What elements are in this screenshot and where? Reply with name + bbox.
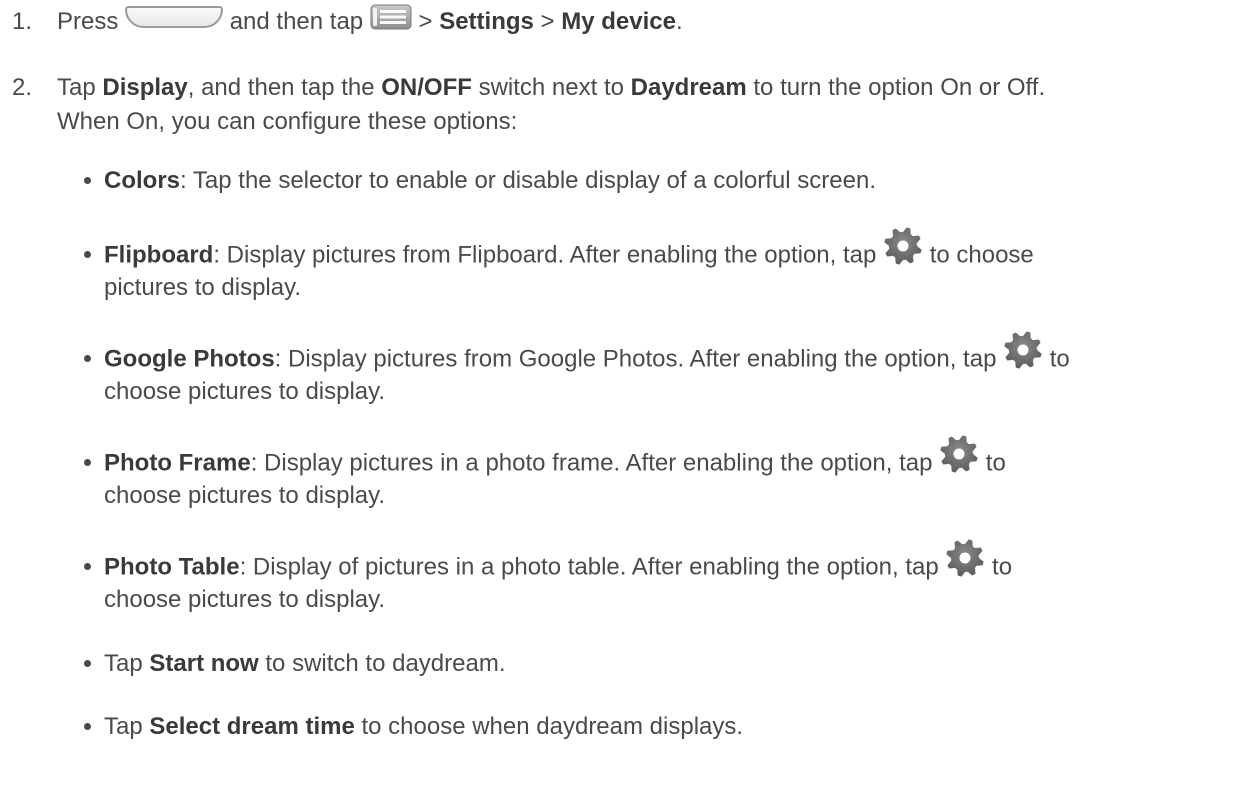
step-text: When On, you can configure these options… xyxy=(57,108,518,135)
bullet-dot xyxy=(84,251,91,258)
bullet-dot xyxy=(84,723,91,730)
google-photos-after-icon: to xyxy=(1049,345,1070,373)
step-text: and then tap xyxy=(229,8,364,35)
step-2: 2. Tap Display, and then tap the ON/OFF … xyxy=(12,70,1045,106)
step-text: > xyxy=(418,8,433,35)
photo-table-after-icon: to xyxy=(992,553,1013,581)
photo-table-desc: : Display of pictures in a photo table. … xyxy=(239,553,939,581)
gear-icon xyxy=(939,434,979,474)
list-item-text: Tap Start now to switch to daydream. xyxy=(104,645,506,682)
list-item-text: Tap Select dream time to choose when day… xyxy=(104,708,743,745)
gear-icon xyxy=(945,538,985,578)
colors-desc: : Tap the selector to enable or disable … xyxy=(180,167,876,194)
flipboard-desc: : Display pictures from Flipboard. After… xyxy=(213,241,877,269)
onoff-label: ON/OFF xyxy=(381,74,472,101)
settings-label: Settings xyxy=(439,8,534,35)
colors-term: Colors xyxy=(104,167,181,194)
photo-frame-desc: : Display pictures in a photo frame. Aft… xyxy=(250,449,933,477)
gear-icon xyxy=(1003,330,1043,370)
bullet-dot xyxy=(84,563,91,570)
select-dream-pre: Tap xyxy=(104,713,143,740)
menu-key-icon xyxy=(370,4,412,30)
start-now-term: Start now xyxy=(149,650,259,677)
start-now-pre: Tap xyxy=(104,650,143,677)
my-device-label: My device xyxy=(561,8,676,35)
step-text: switch next to xyxy=(478,74,624,101)
bullet-dot xyxy=(84,660,91,667)
select-dream-term: Select dream time xyxy=(149,713,355,740)
home-key-icon xyxy=(125,5,224,28)
start-now-desc: to switch to daydream. xyxy=(265,650,506,677)
photo-table-line-2: choose pictures to display. xyxy=(104,586,386,613)
flipboard-term: Flipboard xyxy=(104,241,214,269)
display-label: Display xyxy=(102,74,188,101)
google-photos-term: Google Photos xyxy=(104,345,275,373)
gear-icon xyxy=(883,226,923,266)
step-1: 1. Press and then tap > Settings > My de… xyxy=(12,4,683,40)
step-number: 1. xyxy=(12,8,33,35)
step-text: Tap xyxy=(57,74,96,101)
google-photos-desc: : Display pictures from Google Photos. A… xyxy=(274,345,997,373)
step-text: > xyxy=(540,8,555,35)
step-text: to turn the option On or Off. xyxy=(753,74,1046,101)
step-text: Press xyxy=(57,8,119,35)
step-1-text: Press and then tap > Settings > My devic xyxy=(57,4,683,40)
select-dream-desc: to choose when daydream displays. xyxy=(361,713,744,740)
photo-frame-line-2: choose pictures to display. xyxy=(104,482,386,509)
flipboard-after-icon: to choose xyxy=(929,241,1034,269)
flipboard-line-2: pictures to display. xyxy=(104,274,301,301)
google-photos-line-2: choose pictures to display. xyxy=(104,378,386,405)
step-text: , and then tap the xyxy=(187,74,375,101)
step-2-text: Tap Display, and then tap the ON/OFF swi… xyxy=(57,70,1045,106)
photo-table-term: Photo Table xyxy=(104,553,240,581)
step-number: 2. xyxy=(12,74,33,101)
photo-frame-term: Photo Frame xyxy=(104,449,251,477)
bullet-dot xyxy=(84,459,91,466)
list-item-text: Colors: Tap the selector to enable or di… xyxy=(104,162,876,199)
daydream-label: Daydream xyxy=(630,74,747,101)
bullet-dot xyxy=(84,355,91,362)
step-text: . xyxy=(675,8,683,35)
bullet-dot xyxy=(84,177,91,184)
photo-frame-after-icon: to xyxy=(985,449,1006,477)
